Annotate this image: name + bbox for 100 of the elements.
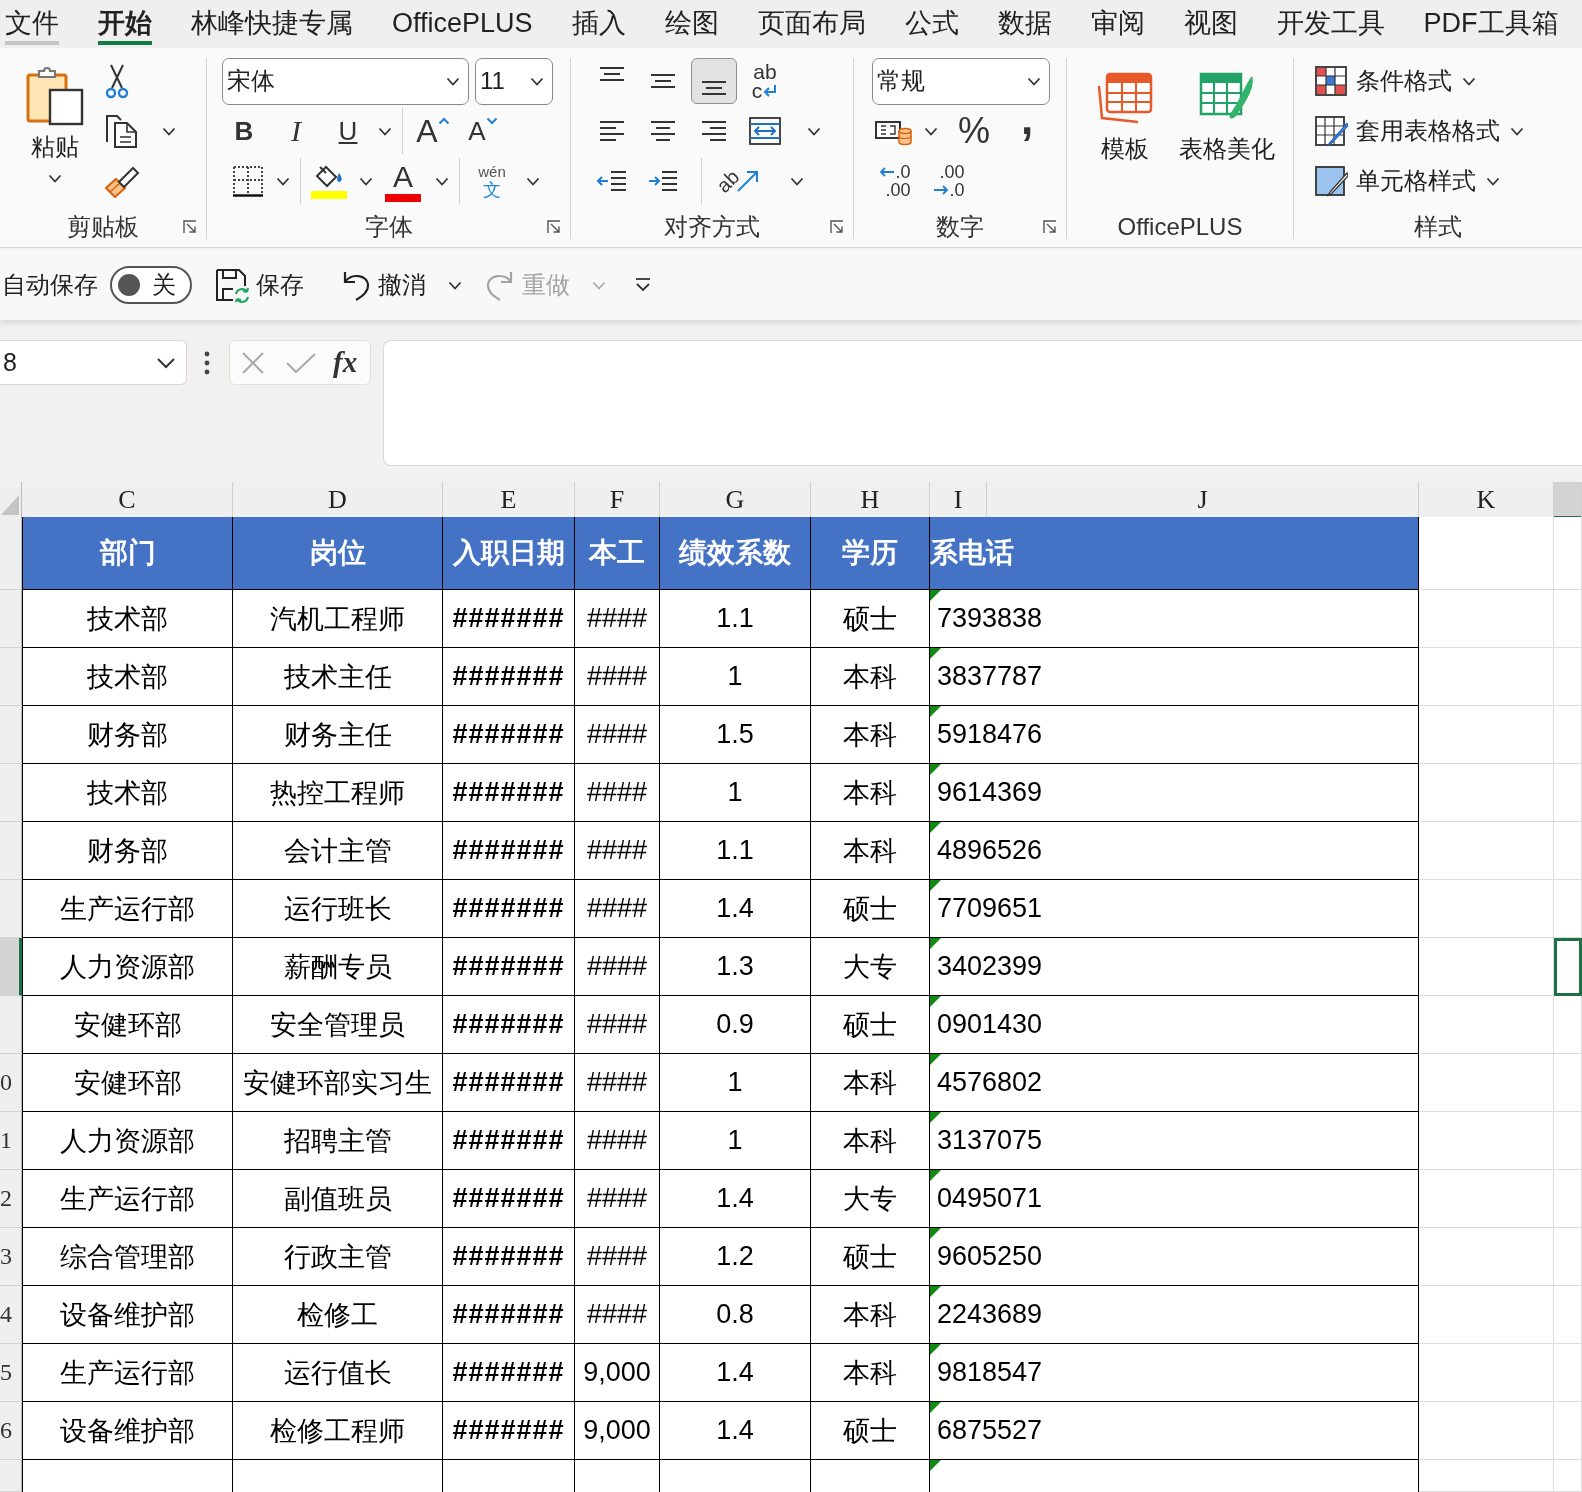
undo-button[interactable]: 撤消 [340,269,426,301]
save-button[interactable]: 保存 [214,267,304,303]
dropdown-caret-icon[interactable] [359,176,373,186]
row-header[interactable]: 3 [0,1228,22,1286]
paint-bucket-icon[interactable] [311,163,347,199]
align-right-icon[interactable] [702,121,726,141]
dropdown-caret-icon[interactable] [448,280,462,290]
grow-font-button[interactable]: A [413,111,453,151]
autosave-toggle[interactable]: 关 [110,266,192,304]
borders-icon[interactable] [232,165,264,197]
dialog-launcher-icon[interactable] [1043,219,1057,234]
row-header[interactable]: 2 [0,1170,22,1228]
decrease-decimal-button[interactable]: .00 .0 [926,159,972,203]
bold-button[interactable]: B [222,111,266,151]
dropdown-caret-icon[interactable] [790,176,804,186]
align-left-icon[interactable] [600,121,624,141]
ribbon-tab[interactable]: PDF工具箱 [1423,0,1559,45]
font-name-dropdown[interactable]: 宋体 [222,57,469,105]
caret-icon [1027,76,1041,86]
ribbon-tab[interactable]: 林峰快捷专属 [191,0,353,45]
row-header[interactable]: 5 [0,1344,22,1402]
align-bottom-button[interactable] [691,58,737,104]
shrink-font-button[interactable]: A [463,111,503,151]
column-header[interactable]: C [22,482,233,519]
ribbon-tab[interactable]: 插入 [571,0,626,45]
row-header[interactable]: 4 [0,1286,22,1344]
indent-increase-icon[interactable] [647,169,679,193]
percent-button[interactable]: % [954,111,994,151]
ribbon-tab[interactable]: OfficePLUS [392,0,533,45]
font-color-button[interactable]: A [383,159,423,203]
align-top-icon[interactable] [600,67,624,81]
dropdown-caret-icon[interactable] [276,176,290,186]
ribbon-tab[interactable]: 审阅 [1090,0,1145,45]
dropdown-caret-icon[interactable] [924,126,938,136]
dialog-launcher-icon[interactable] [547,219,561,234]
table-cell: 技术部 [22,648,233,706]
table-cell: 7393838 [937,603,1043,634]
more-icon[interactable] [204,351,210,375]
column-header[interactable]: F [575,482,660,519]
table-header-cell: 岗位 [233,517,443,590]
dropdown-caret-icon[interactable] [378,126,392,136]
table-cell: #### [575,706,660,764]
table-cell: 1.5 [660,706,811,764]
table-header-cell: 绩效系数 [660,517,811,590]
scissors-icon[interactable] [104,63,130,99]
column-header[interactable]: D [233,482,443,519]
table-cell: 4896526 [937,835,1043,866]
customize-toolbar-icon[interactable] [634,277,652,293]
ribbon-tab[interactable]: 数据 [997,0,1052,45]
ribbon-tab[interactable]: 页面布局 [757,0,866,45]
template-button[interactable]: 模板 [1085,56,1165,164]
dropdown-caret-icon[interactable] [435,176,449,186]
table-style-button[interactable]: 表格美化 [1173,56,1281,164]
ribbon-tab[interactable]: 开发工具 [1276,0,1385,45]
column-header[interactable]: E [443,482,575,519]
copy-icon[interactable] [104,114,140,148]
indent-decrease-icon[interactable] [596,169,628,193]
ribbon-tab[interactable]: 绘图 [664,0,719,45]
number-format-dropdown[interactable]: 常规 [872,57,1050,105]
row-header[interactable]: 0 [0,1054,22,1112]
font-size-dropdown[interactable]: 11 [475,57,553,105]
column-header[interactable]: H [811,482,930,519]
table-cell: 硕士 [811,1402,930,1460]
conditional-format-button[interactable]: 条件格式 [1314,65,1476,97]
comma-style-button[interactable]: , [1012,109,1042,153]
align-center-icon[interactable] [651,121,675,141]
column-header[interactable]: I [930,482,987,519]
insert-function-button[interactable]: fx [333,346,358,379]
table-header-cell: 本工 [575,517,660,590]
table-cell: 大专 [811,938,930,996]
row-header[interactable]: 6 [0,1402,22,1460]
cell-styles-button[interactable]: 单元格样式 [1314,165,1500,197]
wrap-text-button[interactable]: ab c [742,58,788,104]
underline-button[interactable]: U [326,111,370,151]
brush-icon[interactable] [104,164,140,198]
row-header[interactable] [0,938,22,996]
column-header[interactable] [1554,482,1582,519]
dialog-launcher-icon[interactable] [830,219,844,234]
align-middle-icon[interactable] [651,74,675,88]
dropdown-caret-icon[interactable] [526,176,540,186]
increase-decimal-button[interactable]: .0 .00 [872,159,918,203]
format-as-table-button[interactable]: 套用表格格式 [1314,115,1524,147]
dropdown-caret-icon[interactable] [807,126,821,136]
italic-button[interactable]: I [274,111,318,151]
ribbon-tab[interactable]: 视图 [1183,0,1238,45]
phonetic-guide-button[interactable]: wén 文 [470,159,514,203]
paste-button[interactable]: 粘贴 [24,56,86,183]
text-orientation-button[interactable]: ab [717,159,771,203]
table-cell: 检修工程师 [233,1402,443,1460]
column-header[interactable]: J [987,482,1419,519]
row-header[interactable]: 1 [0,1112,22,1170]
name-box[interactable]: 8 [0,340,187,385]
merge-cells-icon[interactable] [748,116,782,146]
column-header[interactable]: G [660,482,811,519]
dialog-launcher-icon[interactable] [183,219,197,234]
ribbon-tab[interactable]: 公式 [904,0,959,45]
column-header[interactable]: K [1419,482,1554,519]
formula-input[interactable] [383,340,1582,466]
dropdown-caret-icon[interactable] [162,126,176,136]
table-cell: 招聘主管 [233,1112,443,1170]
